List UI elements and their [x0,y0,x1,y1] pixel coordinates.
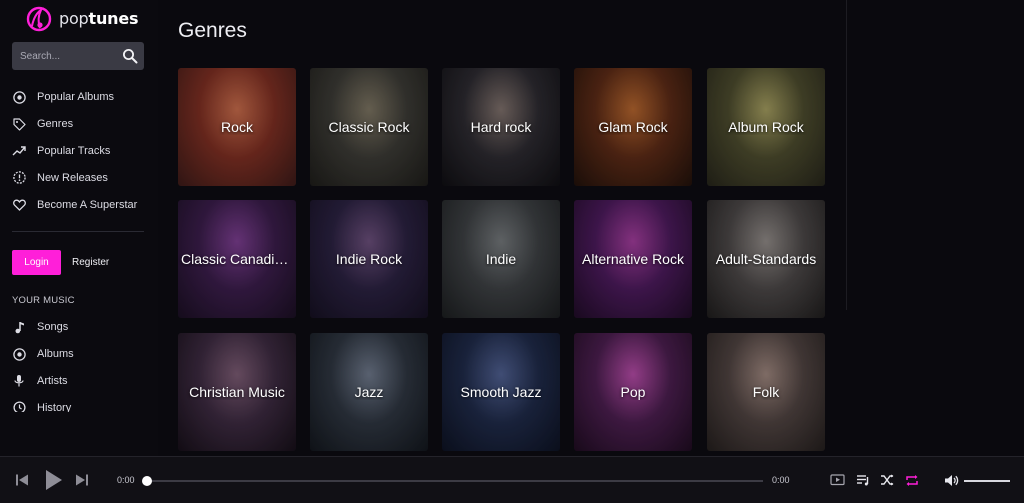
nav-item-songs[interactable]: Songs [12,314,152,341]
genre-tile[interactable]: Pop [574,333,692,451]
genre-label: Alternative Rock [582,251,684,267]
logo-mark-icon [24,6,56,32]
nav-item-artists[interactable]: Artists [12,368,152,395]
your-music-heading: YOUR MUSIC [12,295,75,306]
genre-label: Christian Music [189,384,285,400]
genre-tile[interactable]: Hard rock [442,68,560,186]
nav-label: Songs [37,321,69,334]
register-button[interactable]: Register [72,250,109,275]
genre-tile[interactable]: Alternative Rock [574,200,692,318]
nav-item-new-releases[interactable]: New Releases [12,164,152,191]
genre-label: Indie Rock [335,251,403,267]
genre-tile[interactable]: Christian Music [178,333,296,451]
shuffle-icon[interactable] [879,472,895,488]
play-button[interactable] [43,468,65,492]
genre-label: Adult-Standards [715,251,817,267]
logo[interactable]: poptunes [24,5,139,33]
progress-track[interactable] [147,480,763,482]
genre-label: Classic Canadian Rock [181,251,296,267]
genre-label: Rock [221,119,253,135]
skip-previous-button[interactable] [14,471,30,489]
genre-label: Smooth Jazz [460,384,542,400]
nav-label: Popular Albums [37,91,115,104]
search-icon[interactable] [122,48,138,64]
repeat-icon[interactable] [904,472,920,488]
nav-label: Become A Superstar [37,198,138,211]
genre-tile[interactable]: Adult-Standards [707,200,825,318]
video-icon[interactable] [829,472,845,488]
nav-label: History [37,401,72,412]
disc-icon [12,347,26,361]
nav-item-popular-albums[interactable]: Popular Albums [12,84,152,111]
genre-tile[interactable]: Indie [442,200,560,318]
trending-up-icon [12,144,26,158]
genre-label: Pop [620,384,646,400]
genre-tile[interactable]: Classic Canadian Rock [178,200,296,318]
nav-item-genres[interactable]: Genres [12,111,152,138]
main-nav: Popular Albums Genres Popular Tracks New… [12,84,152,218]
history-icon [12,401,26,412]
genre-tile[interactable]: Classic Rock [310,68,428,186]
player-bar: 0:00 0:00 [0,456,1024,503]
nav-label: Genres [37,118,74,131]
queue-icon[interactable] [855,472,871,488]
search-input[interactable] [20,50,116,62]
sidebar-divider [12,231,144,232]
current-time: 0:00 [117,475,135,485]
right-panel [847,0,1024,456]
heart-icon [12,198,26,212]
nav-label: Albums [37,348,74,361]
nav-item-albums[interactable]: Albums [12,341,152,368]
nav-item-become-a-superstar[interactable]: Become A Superstar [12,191,152,218]
genre-tile[interactable]: Glam Rock [574,68,692,186]
nav-item-history[interactable]: History [12,394,152,412]
genre-label: Indie [485,251,517,267]
genre-label: Jazz [354,384,384,400]
main-content: Genres Rock Classic Rock Hard rock Glam Roc… [158,0,846,456]
genre-label: Folk [752,384,780,400]
genre-tile[interactable]: Jazz [310,333,428,451]
genre-label: Album Rock [728,119,804,135]
microphone-icon [12,374,26,388]
search-box [12,42,144,70]
tag-icon [12,117,26,131]
genre-label: Glam Rock [598,119,668,135]
genre-tile[interactable]: Folk [707,333,825,451]
music-note-icon [12,320,26,334]
genre-tile[interactable]: Album Rock [707,68,825,186]
disc-icon [12,90,26,104]
your-music-nav: Songs Albums Artists History [12,314,152,412]
genre-label: Classic Rock [328,119,410,135]
nav-item-popular-tracks[interactable]: Popular Tracks [12,138,152,165]
total-time: 0:00 [772,475,790,485]
genre-tile[interactable]: Rock [178,68,296,186]
genre-tile[interactable]: Indie Rock [310,200,428,318]
nav-label: New Releases [37,171,108,184]
login-button[interactable]: Login [12,250,61,275]
skip-next-button[interactable] [74,471,90,489]
genre-tile[interactable]: Smooth Jazz [442,333,560,451]
nav-label: Popular Tracks [37,144,111,157]
sidebar: poptunes Popular Albums Genres Popular T… [0,0,158,456]
nav-label: Artists [37,374,68,387]
genre-label: Hard rock [470,119,532,135]
progress-handle[interactable] [142,476,152,486]
page-title: Genres [178,19,247,42]
logo-text: poptunes [59,8,139,28]
new-badge-icon [12,171,26,185]
volume-slider[interactable] [964,480,1010,482]
volume-icon[interactable] [943,472,959,488]
